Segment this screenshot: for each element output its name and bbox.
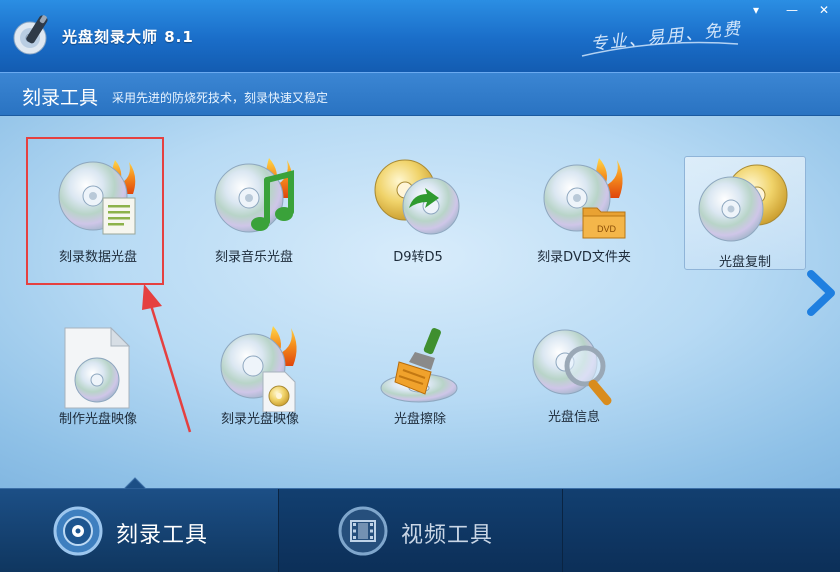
tab-label: 视频工具 [401,523,494,548]
film-icon [338,506,388,556]
burn-music-disc-icon [214,158,294,233]
disc-copy-icon [698,164,788,242]
svg-text:DVD: DVD [597,224,617,234]
disc-icon [53,506,103,556]
tool-burn-disc-image[interactable]: 刻录光盘映像 [194,316,326,446]
window-close-button[interactable]: ✕ [812,0,836,20]
disc-info-icon [532,329,612,406]
section-header: 刻录工具 采用先进的防烧死技术，刻录快速又稳定 [0,72,840,116]
red-arrow-icon [142,284,192,433]
window-minimize-button[interactable]: — [780,0,804,20]
tool-label: 刻录音乐光盘 [214,250,293,265]
app-title: 光盘刻录大师 8.1 [62,28,194,46]
tab-empty-area [562,489,840,572]
disc-erase-icon [380,328,458,403]
tool-disc-copy[interactable]: 光盘复制 [684,156,806,270]
tool-burn-music-disc[interactable]: 刻录音乐光盘 [188,144,320,274]
tool-label: D9转D5 [393,250,443,265]
tool-label: 光盘复制 [718,255,771,270]
tool-burn-dvd-folder[interactable]: DVD 刻录DVD文件夹 [518,146,650,276]
tool-disc-info[interactable]: 光盘信息 [508,316,640,446]
tool-disc-erase[interactable]: 光盘擦除 [354,316,486,446]
active-tab-pointer-icon [124,477,146,489]
bottom-tab-bar: 刻录工具 视频工具 [0,477,840,572]
tool-d9-to-d5[interactable]: D9转D5 [352,144,484,274]
next-page-arrow-icon[interactable] [805,270,835,316]
section-description: 采用先进的防烧死技术，刻录快速又稳定 [112,91,329,105]
tool-label: 刻录光盘映像 [220,412,299,427]
tab-label: 刻录工具 [116,523,209,548]
burn-dvd-folder-icon: DVD [543,158,626,239]
section-title: 刻录工具 [22,87,99,109]
d9-to-d5-icon [374,159,460,235]
window-menu-button[interactable]: ▾ [744,0,768,20]
burn-disc-image-icon [220,326,297,412]
make-disc-image-icon [64,326,131,409]
title-bar: 光盘刻录大师 8.1 专业、易用、免费 ▾ — ✕ [0,0,840,72]
tool-label: 刻录DVD文件夹 [537,250,631,265]
tool-label: 光盘信息 [547,410,600,425]
app-logo-icon [13,15,48,55]
tool-grid: 刻录数据光盘 刻录音乐光盘 D9转D5 DVD 刻录DVD文件夹 光盘复制 制作… [0,116,840,488]
highlight-box [26,137,164,285]
tab-video-tools[interactable]: 视频工具 [278,489,562,572]
tool-label: 光盘擦除 [393,412,446,427]
tab-burn-tools[interactable]: 刻录工具 [0,489,278,572]
